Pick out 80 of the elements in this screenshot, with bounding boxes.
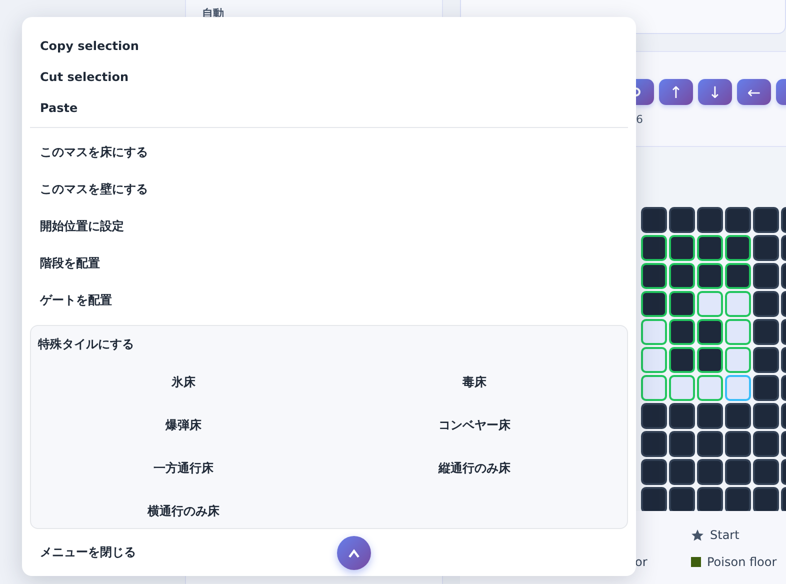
wall-tile[interactable] [697,459,723,485]
menu-item[interactable]: 階段を配置 [30,245,628,282]
floor-tile[interactable] [725,291,751,317]
wall-tile[interactable] [725,403,751,429]
wall-tile[interactable] [753,403,779,429]
wall-tile[interactable] [697,319,723,345]
menu-item[interactable]: このマスを床にする [30,134,628,171]
floor-tile[interactable] [669,375,695,401]
floor-tile[interactable] [725,347,751,373]
wall-tile[interactable] [753,459,779,485]
wall-tile[interactable] [641,291,667,317]
tile-option[interactable]: 毒床 [329,361,620,404]
section-title: 特殊タイルにする [38,336,134,353]
wall-tile[interactable] [669,291,695,317]
tile-option[interactable]: 氷床 [38,361,329,404]
wall-tile[interactable] [669,207,695,233]
wall-tile[interactable] [697,263,723,289]
menu-item[interactable]: Copy selection [30,30,628,61]
floor-tile[interactable] [725,375,751,401]
wall-tile[interactable] [641,263,667,289]
wall-tile[interactable] [669,403,695,429]
wall-tile[interactable] [669,263,695,289]
wall-tile[interactable] [753,347,779,373]
wall-tile[interactable] [697,431,723,457]
menu-item[interactable]: 開始位置に設定 [30,208,628,245]
arrow-button[interactable]: ← [737,79,771,105]
wall-tile[interactable] [669,487,695,511]
wall-tile[interactable] [725,459,751,485]
floor-tile[interactable] [697,375,723,401]
chevron-up-icon [348,548,360,558]
tile-option[interactable]: 縦通行のみ床 [329,447,620,490]
floor-tile[interactable] [641,347,667,373]
wall-tile[interactable] [697,235,723,261]
floor-tile[interactable] [697,291,723,317]
wall-tile[interactable] [753,375,779,401]
tile-option[interactable]: 一方通行床 [38,447,329,490]
wall-tile[interactable] [725,431,751,457]
wall-tile[interactable] [697,207,723,233]
wall-tile[interactable] [669,319,695,345]
wall-tile[interactable] [641,459,667,485]
wall-tile[interactable] [753,235,779,261]
step-count: 6 [636,113,643,126]
wall-tile[interactable] [725,263,751,289]
wall-tile[interactable] [753,291,779,317]
floor-tile[interactable] [725,319,751,345]
legend-label: or [635,555,648,569]
wall-tile[interactable] [641,235,667,261]
wall-tile[interactable] [753,263,779,289]
wall-tile[interactable] [641,431,667,457]
wall-tile[interactable] [641,487,667,511]
wall-tile[interactable] [725,207,751,233]
menu-item[interactable]: このマスを壁にする [30,171,628,208]
wall-tile[interactable] [669,347,695,373]
wall-tile[interactable] [697,347,723,373]
menu-item[interactable]: Paste [30,92,628,123]
legend-label: Poison floor [707,555,777,569]
star-icon [691,528,704,542]
arrow-button[interactable]: ↑ [659,79,693,105]
arrow-button[interactable]: ↓ [698,79,732,105]
floor-tile[interactable] [641,319,667,345]
wall-tile[interactable] [725,487,751,511]
menu-item[interactable]: Cut selection [30,61,628,92]
wall-tile[interactable] [669,431,695,457]
wall-tile[interactable] [641,403,667,429]
wall-tile[interactable] [753,319,779,345]
wall-tile[interactable] [697,403,723,429]
wall-tile[interactable] [669,235,695,261]
menu-item[interactable]: ゲートを配置 [30,282,628,319]
redo-button[interactable] [635,79,654,105]
wall-tile[interactable] [697,487,723,511]
tile-option[interactable]: コンベヤー床 [329,404,620,447]
wall-tile[interactable] [725,235,751,261]
wall-tile[interactable] [753,207,779,233]
wall-tile[interactable] [753,487,779,511]
floor-tile[interactable] [641,375,667,401]
wall-tile[interactable] [753,431,779,457]
wall-tile[interactable] [669,459,695,485]
wall-tile[interactable] [641,207,667,233]
legend-label: Start [710,528,740,542]
tile-option[interactable]: 爆弾床 [38,404,329,447]
